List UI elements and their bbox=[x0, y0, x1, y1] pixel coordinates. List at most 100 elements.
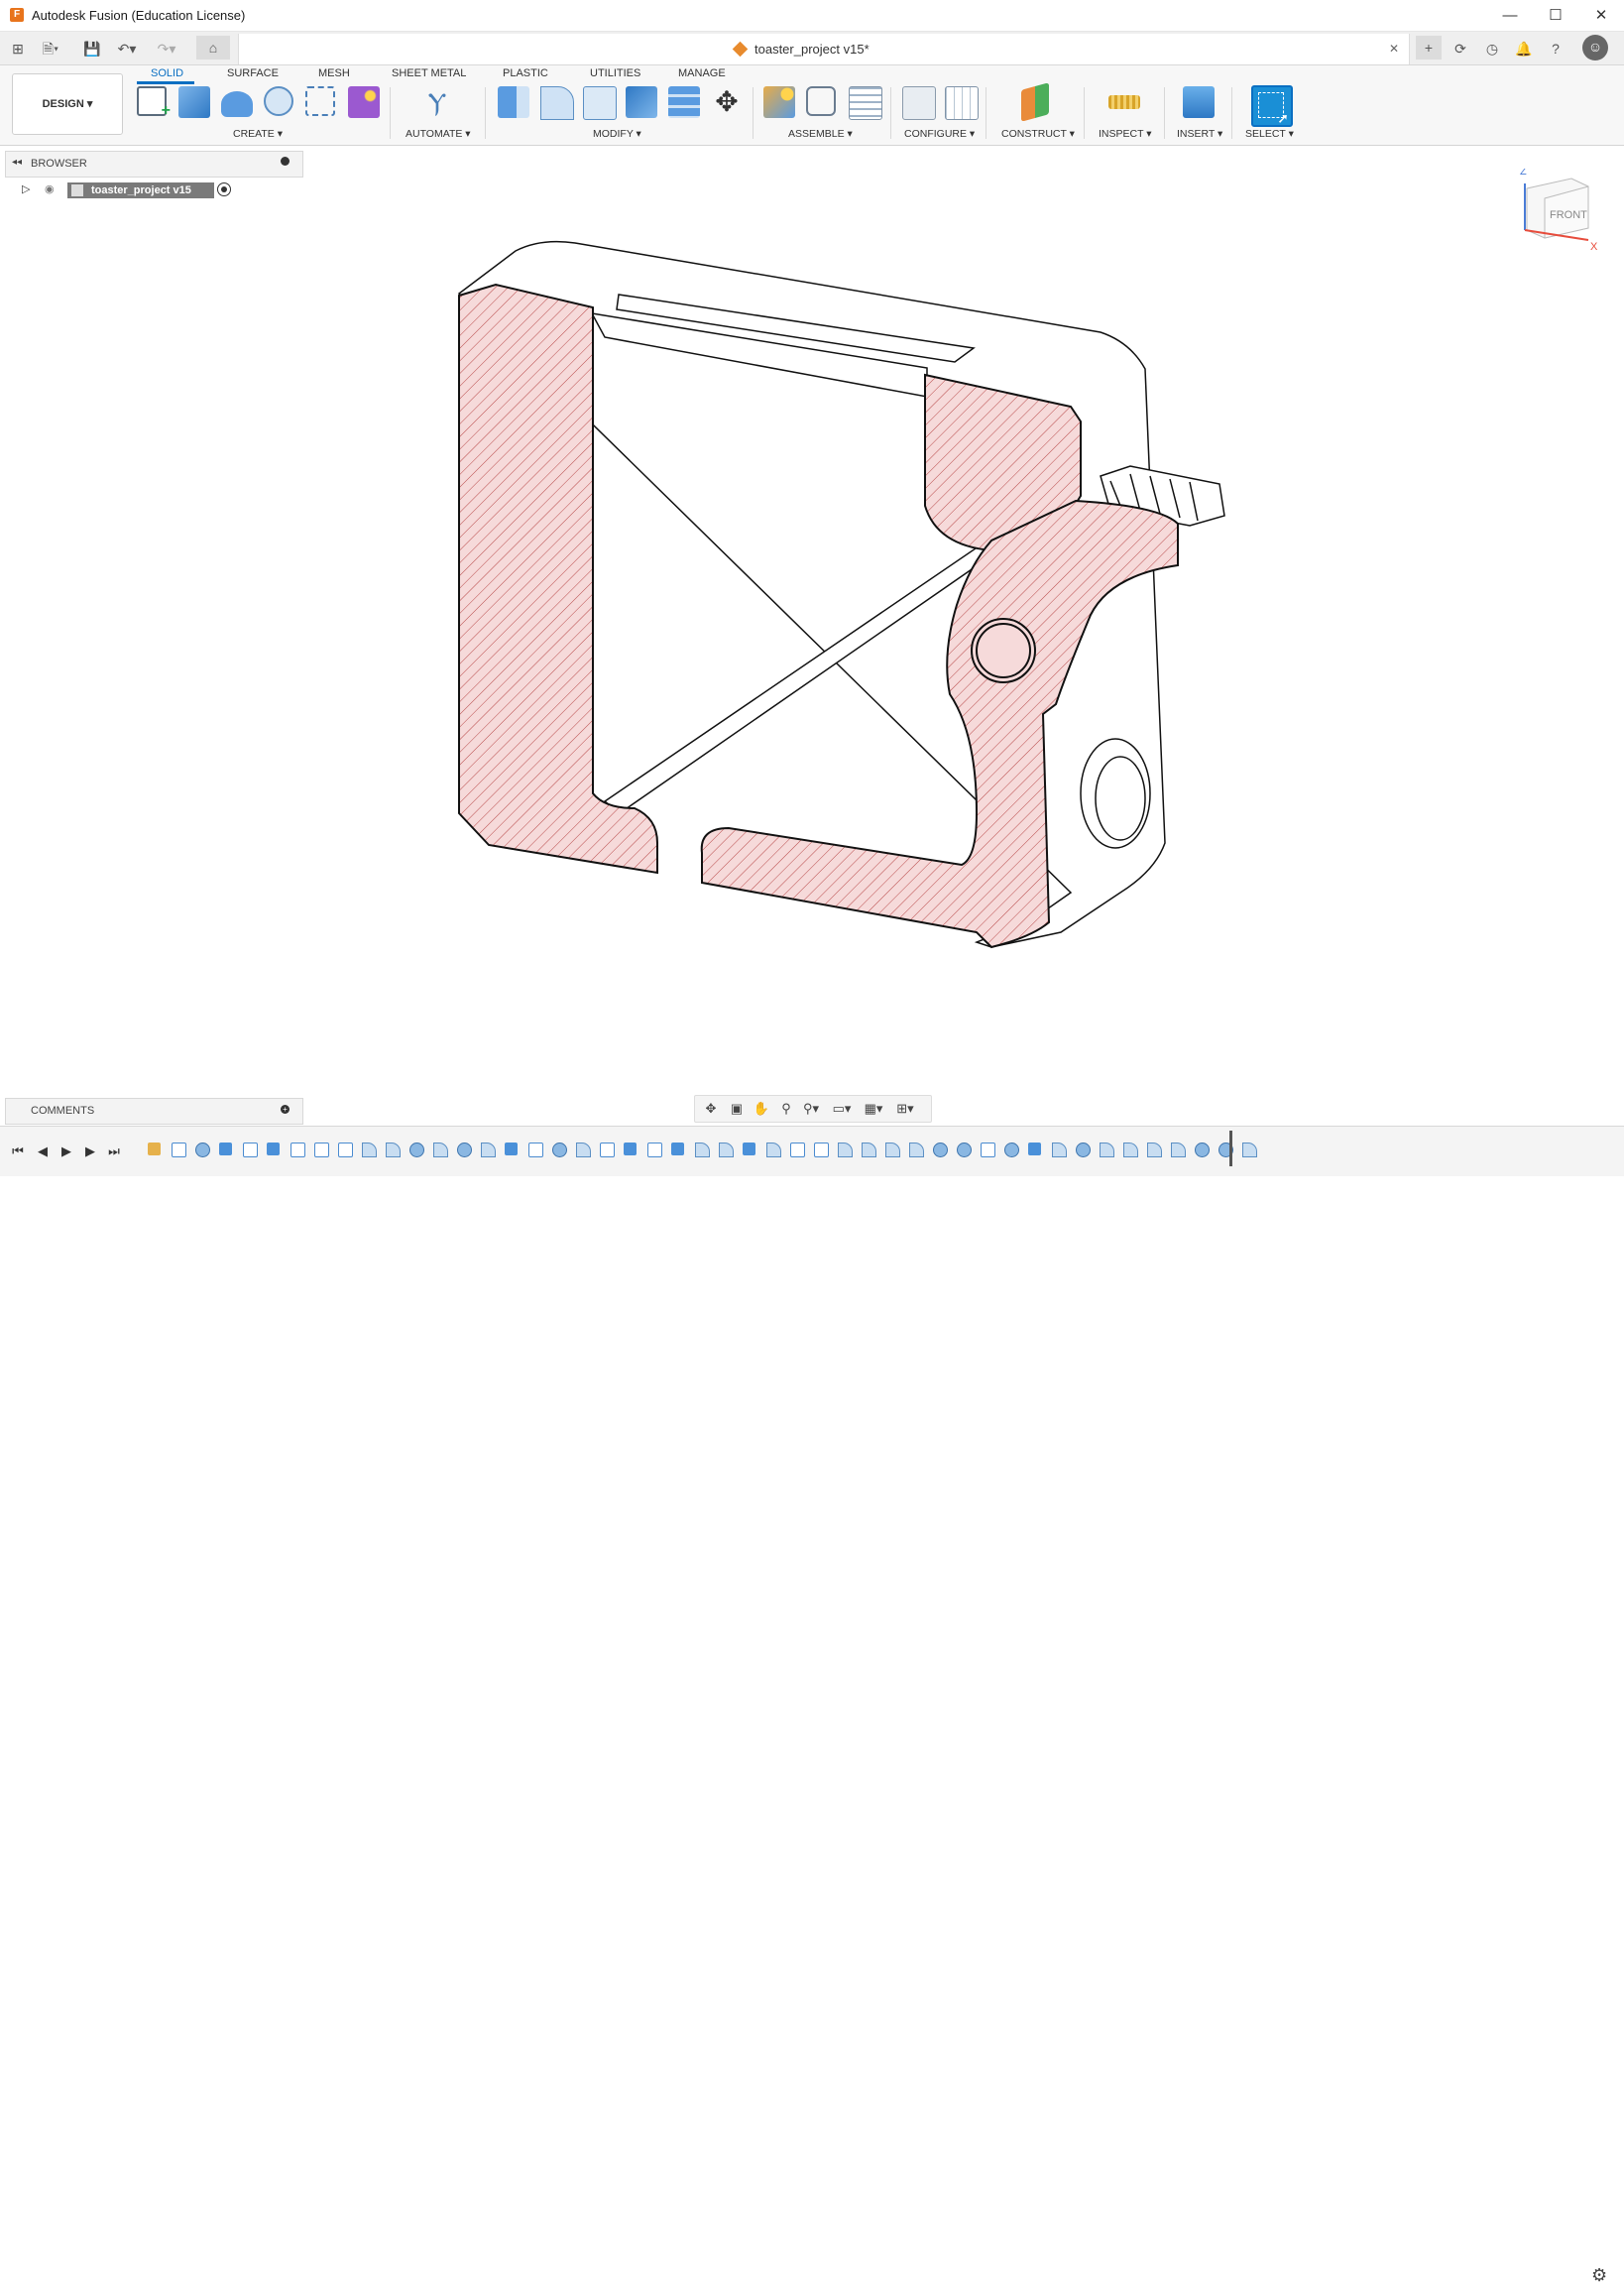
timeline-feature-icon[interactable] bbox=[929, 1139, 952, 1160]
help-icon[interactable]: ? bbox=[1543, 37, 1568, 60]
tab-solid[interactable]: SOLID bbox=[151, 67, 183, 79]
look-at-icon[interactable]: ▣ bbox=[725, 1099, 749, 1119]
browser-panel-header[interactable]: ◂◂ BROWSER bbox=[5, 151, 303, 178]
construct-group-label[interactable]: CONSTRUCT ▾ bbox=[1001, 128, 1075, 140]
timeline-feature-icon[interactable] bbox=[1096, 1139, 1118, 1160]
notifications-icon[interactable]: 🔔 bbox=[1511, 37, 1537, 60]
timeline-feature-icon[interactable] bbox=[1238, 1139, 1261, 1160]
insert-group-label[interactable]: INSERT ▾ bbox=[1177, 128, 1222, 140]
play-icon[interactable]: ▶ bbox=[57, 1142, 76, 1161]
timeline-feature-icon[interactable] bbox=[739, 1139, 761, 1160]
pan-icon[interactable]: ✋ bbox=[750, 1099, 773, 1119]
fillet-icon[interactable] bbox=[540, 86, 574, 120]
assemble-group-label[interactable]: ASSEMBLE ▾ bbox=[788, 128, 853, 140]
avatar[interactable]: ☺ bbox=[1582, 35, 1608, 60]
redo-icon[interactable]: ↷▾ bbox=[154, 37, 179, 60]
timeline-feature-icon[interactable] bbox=[858, 1139, 880, 1160]
timeline-component-icon[interactable] bbox=[144, 1139, 167, 1160]
grid-settings-icon[interactable]: ▦▾ bbox=[862, 1099, 885, 1119]
zoom-icon[interactable]: ⚲ bbox=[774, 1099, 798, 1119]
timeline-feature-icon[interactable] bbox=[1167, 1139, 1190, 1160]
timeline-settings-gear-icon[interactable]: ⚙ bbox=[1591, 2265, 1607, 2286]
browser-minimize-icon[interactable] bbox=[281, 157, 290, 166]
timeline-feature-icon[interactable] bbox=[572, 1139, 595, 1160]
configuration-table-icon[interactable] bbox=[945, 86, 979, 120]
timeline-feature-icon[interactable] bbox=[429, 1139, 452, 1160]
timeline-feature-icon[interactable] bbox=[786, 1139, 809, 1160]
comments-panel[interactable]: COMMENTS + bbox=[5, 1098, 303, 1125]
go-to-start-icon[interactable]: ⏮ bbox=[8, 1142, 28, 1161]
timeline-feature-icon[interactable] bbox=[834, 1139, 857, 1160]
timeline-feature-icon[interactable] bbox=[382, 1139, 405, 1160]
timeline-feature-icon[interactable] bbox=[1143, 1139, 1166, 1160]
model-viewport[interactable] bbox=[426, 223, 1239, 987]
sync-icon[interactable]: ⟳ bbox=[1448, 37, 1473, 60]
timeline-feature-icon[interactable] bbox=[358, 1139, 381, 1160]
joint-icon[interactable] bbox=[806, 86, 836, 116]
timeline-feature-icon[interactable] bbox=[1024, 1139, 1047, 1160]
document-tab[interactable]: toaster_project v15* ✕ bbox=[238, 34, 1410, 64]
visibility-eye-icon[interactable]: ◉ bbox=[45, 182, 55, 195]
timeline-feature-icon[interactable] bbox=[215, 1139, 238, 1160]
browser-root-node[interactable]: toaster_project v15 bbox=[67, 182, 214, 198]
timeline-feature-icon[interactable] bbox=[643, 1139, 666, 1160]
timeline-feature-icon[interactable] bbox=[667, 1139, 690, 1160]
viewcube[interactable]: Z X FRONT bbox=[1517, 169, 1616, 258]
display-settings-icon[interactable]: ▭▾ bbox=[830, 1099, 854, 1119]
timeline-feature-icon[interactable] bbox=[1215, 1139, 1237, 1160]
revolve-icon[interactable] bbox=[221, 91, 253, 117]
timeline-feature-icon[interactable] bbox=[501, 1139, 523, 1160]
timeline-feature-icon[interactable] bbox=[524, 1139, 547, 1160]
tab-manage[interactable]: MANAGE bbox=[678, 67, 726, 79]
move-copy-icon[interactable]: ✥ bbox=[711, 86, 743, 118]
viewcube-front-face[interactable]: FRONT bbox=[1550, 209, 1587, 221]
timeline-feature-icon[interactable] bbox=[762, 1139, 785, 1160]
offset-face-icon[interactable] bbox=[668, 86, 700, 118]
timeline-feature-icon[interactable] bbox=[905, 1139, 928, 1160]
go-to-end-icon[interactable]: ⏭ bbox=[104, 1142, 124, 1161]
tab-plastic[interactable]: PLASTIC bbox=[503, 67, 548, 79]
timeline-feature-icon[interactable] bbox=[691, 1139, 714, 1160]
timeline-feature-icon[interactable] bbox=[1191, 1139, 1214, 1160]
step-back-icon[interactable]: ◀ bbox=[33, 1142, 53, 1161]
save-icon[interactable]: 💾 bbox=[79, 37, 105, 60]
measure-icon[interactable] bbox=[1108, 95, 1140, 109]
orbit-icon[interactable]: ✥ bbox=[699, 1099, 723, 1119]
home-icon[interactable]: ⌂ bbox=[196, 36, 230, 60]
file-menu-icon[interactable]: 🗎▾ bbox=[38, 37, 63, 60]
automate-group-label[interactable]: AUTOMATE ▾ bbox=[406, 128, 471, 140]
timeline-feature-icon[interactable] bbox=[1000, 1139, 1023, 1160]
add-comment-icon[interactable]: + bbox=[281, 1105, 290, 1114]
timeline-feature-icon[interactable] bbox=[334, 1139, 357, 1160]
timeline-feature-icon[interactable] bbox=[310, 1139, 333, 1160]
select-icon[interactable]: ➚ bbox=[1251, 85, 1293, 127]
timeline-feature-icon[interactable] bbox=[477, 1139, 500, 1160]
hole-icon[interactable] bbox=[264, 86, 293, 116]
timeline-feature-icon[interactable] bbox=[406, 1139, 428, 1160]
collapse-panel-icon[interactable]: ◂◂ bbox=[12, 157, 22, 168]
close-tab-icon[interactable]: ✕ bbox=[1389, 42, 1399, 56]
pattern-icon[interactable] bbox=[305, 86, 335, 116]
timeline-feature-icon[interactable] bbox=[977, 1139, 999, 1160]
configure-group-label[interactable]: CONFIGURE ▾ bbox=[904, 128, 975, 140]
close-window-button[interactable]: ✕ bbox=[1578, 0, 1624, 31]
undo-icon[interactable]: ↶▾ bbox=[114, 37, 140, 60]
viewports-icon[interactable]: ⊞▾ bbox=[893, 1099, 917, 1119]
timeline-feature-icon[interactable] bbox=[715, 1139, 738, 1160]
activate-radio-icon[interactable] bbox=[217, 182, 231, 196]
timeline-feature-icon[interactable] bbox=[953, 1139, 976, 1160]
tab-sheet-metal[interactable]: SHEET METAL bbox=[392, 67, 466, 79]
timeline-feature-icon[interactable] bbox=[263, 1139, 286, 1160]
timeline-feature-icon[interactable] bbox=[620, 1139, 642, 1160]
combine-icon[interactable] bbox=[626, 86, 657, 118]
timeline-feature-icon[interactable] bbox=[168, 1139, 190, 1160]
timeline-feature-icon[interactable] bbox=[1048, 1139, 1071, 1160]
new-component-icon[interactable] bbox=[763, 86, 795, 118]
timeline-feature-icon[interactable] bbox=[548, 1139, 571, 1160]
configure-icon[interactable] bbox=[902, 86, 936, 120]
new-tab-plus-icon[interactable]: + bbox=[1416, 36, 1442, 60]
timeline-feature-icon[interactable] bbox=[1072, 1139, 1095, 1160]
timeline-feature-icon[interactable] bbox=[287, 1139, 309, 1160]
select-group-label[interactable]: SELECT ▾ bbox=[1245, 128, 1294, 140]
insert-image-icon[interactable] bbox=[1183, 86, 1215, 118]
